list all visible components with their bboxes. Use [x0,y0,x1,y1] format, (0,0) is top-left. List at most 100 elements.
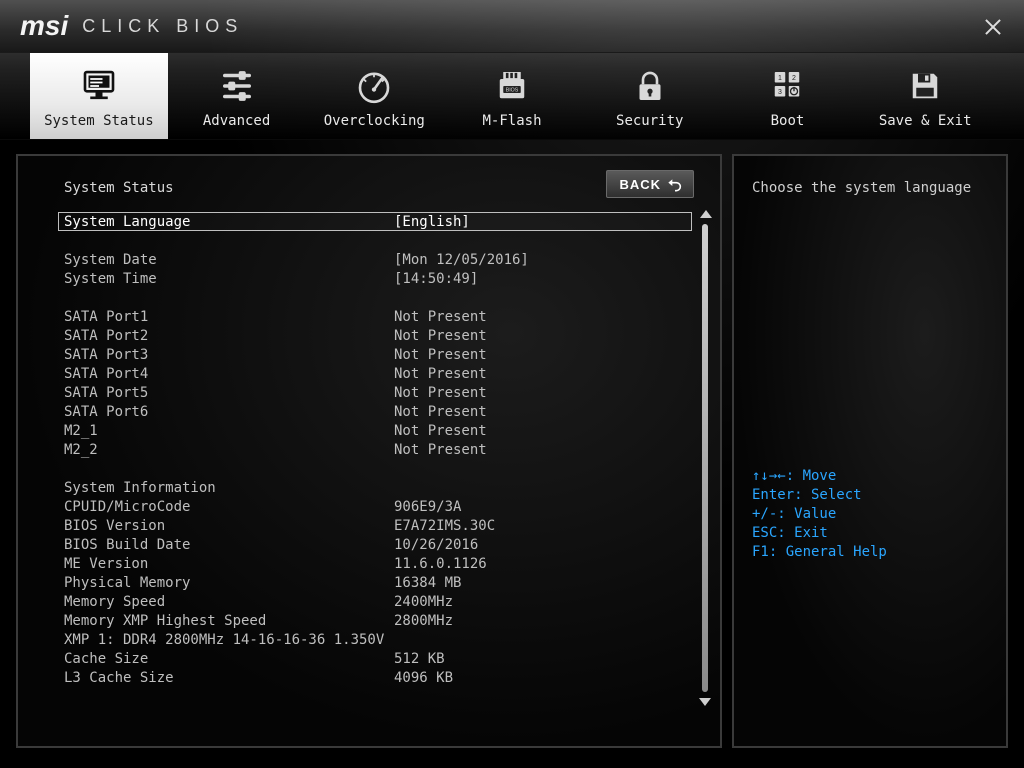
setting-row[interactable]: BIOS Build Date10/26/2016 [64,535,692,554]
setting-value: [Mon 12/05/2016] [394,252,692,268]
mflash-icon: BIOS [491,63,533,109]
tab-label: System Status [44,113,154,129]
setting-value: 2800MHz [394,613,692,629]
svg-text:3: 3 [779,89,783,96]
tab-boot[interactable]: 123Boot [719,53,857,139]
key-hint: ↑↓→←: Move [752,467,988,486]
setting-row[interactable]: SATA Port3Not Present [64,345,692,364]
setting-row[interactable]: L3 Cache Size4096 KB [64,668,692,687]
tab-label: Overclocking [324,113,425,129]
setting-value: Not Present [394,404,692,420]
scroll-down-icon[interactable] [699,698,711,706]
key-hints: ↑↓→←: MoveEnter: Select+/-: ValueESC: Ex… [752,467,988,562]
tab-advanced[interactable]: Advanced [168,53,306,139]
setting-key: Cache Size [64,651,394,667]
setting-value: 10/26/2016 [394,537,692,553]
key-hint: Enter: Select [752,486,988,505]
setting-row[interactable]: M2_2Not Present [64,440,692,459]
help-panel: Choose the system language ↑↓→←: MoveEnt… [732,154,1008,748]
tab-overclocking[interactable]: Overclocking [305,53,443,139]
msi-logo: msi [20,10,68,42]
advanced-icon [216,63,258,109]
tab-label: Advanced [203,113,270,129]
setting-value: 512 KB [394,651,692,667]
security-icon [629,63,671,109]
setting-key: SATA Port1 [64,309,394,325]
setting-key: SATA Port5 [64,385,394,401]
setting-key: BIOS Version [64,518,394,534]
setting-row[interactable]: System Language[English] [58,212,692,231]
tab-label: Security [616,113,683,129]
main-tabs: System Status Advanced Overclocking BIOS M-F… [0,52,1024,140]
back-button[interactable]: BACK [606,170,694,198]
setting-row[interactable]: ME Version11.6.0.1126 [64,554,692,573]
setting-row[interactable]: Memory XMP Highest Speed2800MHz [64,611,692,630]
setting-row[interactable]: SATA Port4Not Present [64,364,692,383]
setting-value: Not Present [394,347,692,363]
setting-key: SATA Port3 [64,347,394,363]
scroll-thumb[interactable] [702,224,708,692]
setting-row[interactable]: System Time[14:50:49] [64,269,692,288]
back-label: BACK [619,177,661,192]
setting-value: [English] [394,214,691,230]
setting-value: Not Present [394,442,692,458]
setting-row[interactable]: SATA Port1Not Present [64,307,692,326]
close-icon[interactable] [984,18,1002,36]
setting-key: XMP 1: DDR4 2800MHz 14-16-16-36 1.350V [64,632,394,648]
setting-row[interactable]: XMP 1: DDR4 2800MHz 14-16-16-36 1.350V [64,630,692,649]
setting-key: Physical Memory [64,575,394,591]
key-hint: F1: General Help [752,543,988,562]
setting-value: E7A72IMS.30C [394,518,692,534]
setting-value: 11.6.0.1126 [394,556,692,572]
setting-value: Not Present [394,366,692,382]
setting-value: 16384 MB [394,575,692,591]
setting-row[interactable]: SATA Port5Not Present [64,383,692,402]
system-status-icon [78,63,120,109]
setting-key: SATA Port6 [64,404,394,420]
svg-text:2: 2 [793,75,797,82]
scroll-up-icon[interactable] [700,210,712,218]
setting-row[interactable]: CPUID/MicroCode906E9/3A [64,497,692,516]
setting-value: 4096 KB [394,670,692,686]
setting-row[interactable]: Memory Speed2400MHz [64,592,692,611]
key-hint: ESC: Exit [752,524,988,543]
tab-security[interactable]: Security [581,53,719,139]
setting-row[interactable]: M2_1Not Present [64,421,692,440]
tab-system-status[interactable]: System Status [30,53,168,139]
setting-row[interactable]: Cache Size512 KB [64,649,692,668]
setting-key: CPUID/MicroCode [64,499,394,515]
setting-key: System Date [64,252,394,268]
setting-value: Not Present [394,309,692,325]
tab-save-exit[interactable]: Save & Exit [856,53,994,139]
setting-key: System Language [64,214,394,230]
overclocking-icon [353,63,395,109]
setting-row[interactable]: Physical Memory16384 MB [64,573,692,592]
main-panel: BACK System Status System Language[Engli… [16,154,722,748]
tab-mflash[interactable]: BIOS M-Flash [443,53,581,139]
header: msi CLICK BIOS [0,0,1024,52]
tab-label: M-Flash [483,113,542,129]
scrollbar[interactable] [700,210,710,706]
setting-value: 2400MHz [394,594,692,610]
setting-key: Memory XMP Highest Speed [64,613,394,629]
setting-row[interactable]: SATA Port2Not Present [64,326,692,345]
setting-row[interactable]: SATA Port6Not Present [64,402,692,421]
section-title: System Status [64,180,692,196]
setting-row[interactable]: System Date[Mon 12/05/2016] [64,250,692,269]
setting-key: SATA Port2 [64,328,394,344]
setting-key: Memory Speed [64,594,394,610]
setting-key: System Time [64,271,394,287]
help-text: Choose the system language [752,180,988,196]
setting-value: Not Present [394,328,692,344]
setting-key: ME Version [64,556,394,572]
setting-key: SATA Port4 [64,366,394,382]
setting-key: M2_1 [64,423,394,439]
setting-key: M2_2 [64,442,394,458]
setting-key: BIOS Build Date [64,537,394,553]
setting-value: Not Present [394,423,692,439]
setting-row[interactable]: BIOS VersionE7A72IMS.30C [64,516,692,535]
setting-row[interactable]: System Information [64,478,692,497]
undo-icon [667,176,683,192]
tab-label: Boot [771,113,805,129]
product-title: CLICK BIOS [82,16,243,37]
